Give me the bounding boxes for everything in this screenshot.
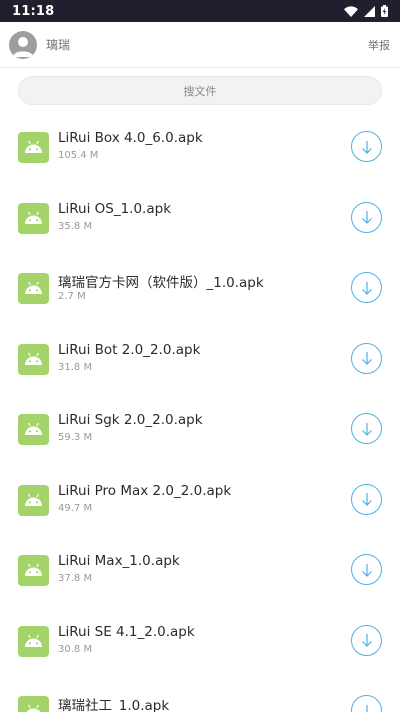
status-bar: 11:18 [0,0,400,22]
file-size: 30.8 M [58,643,93,655]
download-arrow-icon [361,493,372,506]
file-size: 49.7 M [58,502,93,514]
file-list-item[interactable]: LiRui Max_1.0.apk 37.8 M [0,535,400,606]
download-arrow-icon [361,352,372,365]
download-arrow-icon [362,704,371,712]
android-icon [18,696,49,712]
download-arrow-icon [361,281,372,295]
status-time: 11:18 [12,3,55,19]
file-list-item[interactable]: LiRui Bot 2.0_2.0.apk 31.8 M [0,324,400,395]
download-arrow-icon [361,422,372,436]
android-icon [18,202,49,234]
download-button[interactable] [351,554,382,585]
file-size: 105.4 M [58,150,99,161]
file-list: LiRui Box 4.0_6.0.apk 105.4 M LiRui OS_1… [0,112,400,712]
header-user[interactable]: 璃瑞 [9,30,71,59]
file-size: 37.8 M [58,573,93,584]
file-name: LiRui OS_1.0.apk [58,200,172,217]
download-button[interactable] [351,413,382,444]
header: 璃瑞 举报 [0,22,400,68]
download-button[interactable] [351,624,382,656]
avatar[interactable] [9,30,37,59]
search-input[interactable]: 搜文件 [18,76,382,105]
download-button[interactable] [351,695,382,712]
download-button[interactable] [351,131,382,162]
android-icon [18,484,49,516]
download-button[interactable] [351,483,382,515]
battery-charging-icon [381,5,388,17]
file-list-item[interactable]: LiRui Sgk 2.0_2.0.apk 59.3 M [0,394,400,465]
file-list-item[interactable]: LiRui Pro Max 2.0_2.0.apk 49.7 M [0,465,400,536]
file-size: 2.7 M [58,291,86,302]
status-icons [344,5,388,17]
file-list-item[interactable]: LiRui OS_1.0.apk 35.8 M [0,183,400,254]
file-name: 璃瑞社工_1.0.apk [58,698,170,712]
download-arrow-icon [361,634,372,647]
download-button[interactable] [351,342,382,374]
android-icon [18,273,49,304]
android-icon [18,132,49,163]
file-name: LiRui SE 4.1_2.0.apk [58,623,195,640]
download-arrow-icon [361,140,372,154]
search-placeholder: 搜文件 [183,84,217,98]
file-list-item[interactable]: LiRui SE 4.1_2.0.apk 30.8 M [0,606,400,677]
file-size: 35.8 M [58,220,93,232]
file-name: LiRui Max_1.0.apk [58,553,180,569]
file-size: 31.8 M [58,361,93,373]
file-name: LiRui Sgk 2.0_2.0.apk [58,412,203,428]
file-name: LiRui Bot 2.0_2.0.apk [58,341,201,358]
download-button[interactable] [351,272,382,303]
person-icon [13,36,33,57]
android-icon [18,625,49,657]
file-name: 璃瑞官方卡网（软件版）_1.0.apk [58,275,264,291]
user-name: 璃瑞 [46,38,71,52]
android-icon [18,343,49,375]
file-size: 59.3 M [58,432,93,443]
report-button[interactable]: 举报 [368,37,390,53]
file-name: LiRui Box 4.0_6.0.apk [58,130,203,146]
android-icon [18,414,49,445]
android-icon [18,555,49,586]
signal-icon [364,5,375,17]
wifi-icon [344,5,358,17]
file-list-item[interactable]: 璃瑞官方卡网（软件版）_1.0.apk 2.7 M [0,253,400,324]
file-list-item[interactable]: LiRui Box 4.0_6.0.apk 105.4 M [0,112,400,183]
download-arrow-icon [361,563,372,577]
file-list-item[interactable]: 璃瑞社工_1.0.apk [0,676,400,712]
download-arrow-icon [361,211,372,224]
file-name: LiRui Pro Max 2.0_2.0.apk [58,482,232,499]
download-button[interactable] [351,201,382,233]
